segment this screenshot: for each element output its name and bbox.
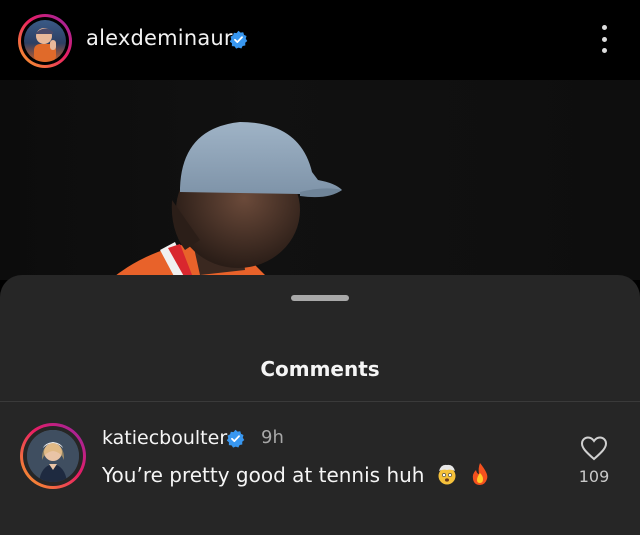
comments-title: Comments bbox=[260, 357, 380, 381]
more-options-button[interactable] bbox=[594, 22, 614, 56]
author-avatar-image bbox=[24, 20, 66, 62]
fire-emoji-icon bbox=[469, 462, 491, 491]
comment-text: You’re pretty good at tennis huh bbox=[102, 463, 425, 487]
dot-icon bbox=[601, 36, 607, 42]
drag-handle[interactable] bbox=[291, 295, 349, 301]
exploding-head-emoji-icon bbox=[435, 462, 459, 491]
commenter-avatar-image bbox=[27, 430, 79, 482]
commenter-avatar[interactable] bbox=[20, 423, 86, 489]
avatar-border bbox=[23, 426, 83, 486]
like-count: 109 bbox=[578, 467, 610, 486]
heart-icon bbox=[580, 436, 608, 461]
author-avatar[interactable] bbox=[18, 14, 72, 68]
dot-icon bbox=[601, 48, 607, 53]
verified-badge-icon bbox=[229, 30, 248, 53]
comment-body: You’re pretty good at tennis huh bbox=[102, 462, 491, 491]
divider bbox=[0, 401, 640, 402]
commenter-username[interactable]: katiecboulter bbox=[102, 427, 227, 449]
post-image[interactable] bbox=[0, 80, 640, 280]
verified-badge-icon bbox=[226, 429, 245, 452]
avatar-border bbox=[21, 17, 69, 65]
dot-icon bbox=[601, 25, 607, 30]
like-button[interactable] bbox=[580, 435, 608, 461]
post-header: alexdeminaur bbox=[0, 0, 640, 80]
comments-sheet: Comments katiecboulter 9h You’re pretty bbox=[0, 275, 640, 535]
author-username[interactable]: alexdeminaur bbox=[86, 26, 233, 50]
comment-timestamp: 9h bbox=[261, 427, 284, 448]
